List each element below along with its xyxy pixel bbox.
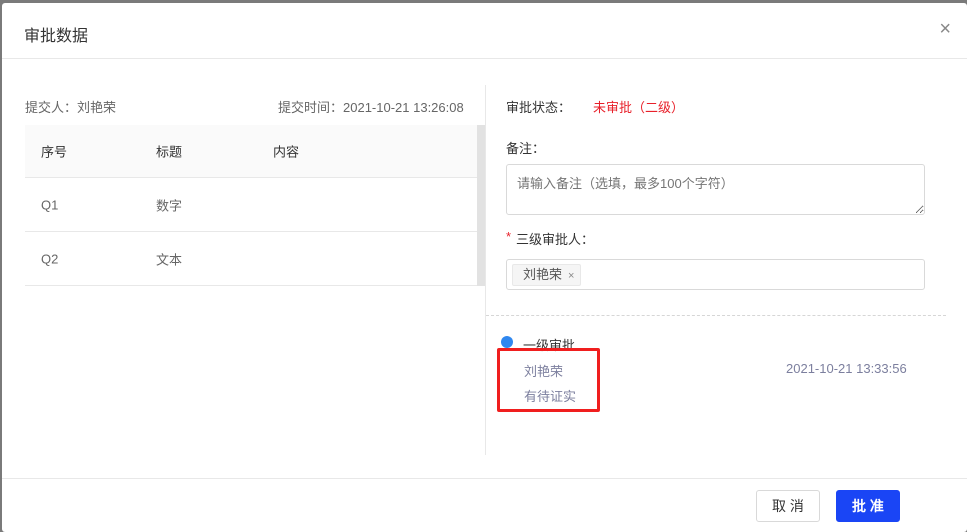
cell-index: Q2 [41, 251, 59, 266]
remark-label: 备注： [506, 141, 546, 156]
status-value: 未审批（二级） [593, 100, 685, 115]
cancel-button[interactable]: 取 消 [756, 490, 820, 522]
approval-modal: 审批数据 × 提交人：刘艳荣 提交时间：2021-10-21 13:26:08 … [2, 3, 967, 532]
cell-title: 数字 [156, 198, 183, 213]
remark-input[interactable] [506, 164, 925, 215]
approve-button[interactable]: 批 准 [836, 490, 900, 522]
modal-header: 审批数据 × [2, 3, 967, 59]
table-header: 序号 标题 内容 [25, 125, 485, 178]
approver-tag: 刘艳荣 × [512, 264, 582, 286]
highlight-box [497, 348, 600, 412]
col-content: 内容 [273, 144, 300, 160]
panel-divider [485, 85, 486, 455]
question-table: 序号 标题 内容 Q1 数字 Q2 文本 [25, 125, 485, 286]
section-divider [486, 315, 946, 316]
submitter: 提交人：刘艳荣 [25, 100, 117, 115]
table-row: Q1 数字 [25, 178, 485, 232]
submit-time: 提交时间：2021-10-21 13:26:08 [278, 100, 464, 115]
col-title: 标题 [156, 144, 183, 160]
modal-footer: 取 消 批 准 [2, 478, 967, 532]
cell-index: Q1 [41, 197, 59, 212]
status-label: 审批状态： [506, 100, 572, 115]
approver-select[interactable]: 刘艳荣 × [506, 259, 925, 290]
timeline-dot-icon [501, 336, 513, 348]
timeline-time: 2021-10-21 13:33:56 [786, 361, 907, 376]
table-row: Q2 文本 [25, 232, 485, 286]
cell-title: 文本 [156, 252, 183, 267]
approver-label: 三级审批人： [516, 232, 595, 247]
close-icon[interactable]: × [939, 19, 951, 39]
remove-tag-icon[interactable]: × [568, 270, 574, 282]
approver-tag-label: 刘艳荣 [523, 267, 563, 282]
required-mark: * [506, 229, 512, 244]
modal-title: 审批数据 [24, 28, 89, 45]
col-index: 序号 [41, 144, 68, 160]
